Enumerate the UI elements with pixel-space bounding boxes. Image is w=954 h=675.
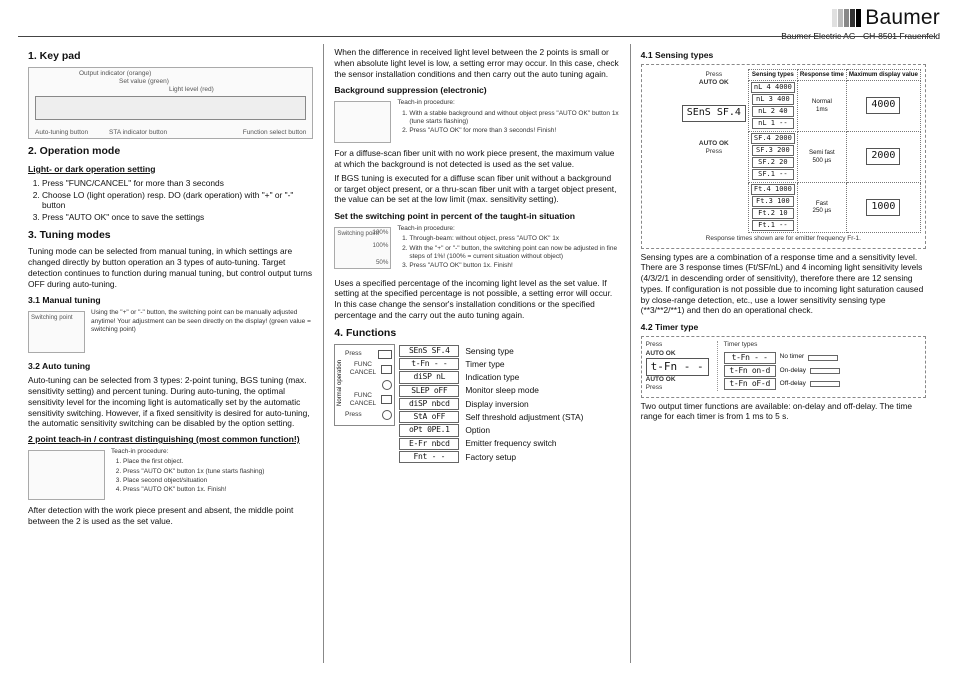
func-label: Self threshold adjustment (STA) bbox=[465, 412, 583, 423]
bgs-teach-title: Teach-in procedure: bbox=[397, 99, 619, 107]
op-step: Press "AUTO OK" once to save the setting… bbox=[42, 212, 313, 223]
func-label: Indication type bbox=[465, 372, 519, 383]
op-step: Choose LO (light operation) resp. DO (da… bbox=[42, 190, 313, 212]
bgs-step: With a stable background and without obj… bbox=[409, 110, 619, 127]
timer-box: Press AUTO OK t-Fn - - AUTO OK Press Tim… bbox=[641, 336, 926, 397]
teach2-title: Teach-in procedure: bbox=[111, 448, 313, 456]
sensing-table: Press AUTO OK SEnS SF.4 AUTO OK Press Se… bbox=[680, 69, 921, 233]
pct-step: Through-beam: without object, press "AUT… bbox=[409, 235, 619, 243]
column-2: When the difference in received light le… bbox=[323, 44, 629, 663]
functions-list: SEnS SF.4 Sensing type t-Fn - - Timer type… bbox=[399, 344, 619, 464]
col1-tail: After detection with the work piece pres… bbox=[28, 505, 313, 527]
pct-tail: Uses a specified percentage of the incom… bbox=[334, 278, 619, 321]
divider bbox=[18, 36, 936, 37]
brand-name: Baumer bbox=[865, 6, 940, 30]
h-op: 2. Operation mode bbox=[28, 145, 313, 158]
op-sub: Light- or dark operation setting bbox=[28, 164, 313, 175]
bgs-p2: If BGS tuning is executed for a diffuse … bbox=[334, 173, 619, 205]
h-tuning: 3. Tuning modes bbox=[28, 229, 313, 242]
ann-light-lvl: Light level (red) bbox=[169, 86, 214, 94]
pct-step: Press "AUTO OK" button 1x. Finish! bbox=[409, 262, 619, 270]
teach2-step: Press "AUTO OK" button 1x (tune starts f… bbox=[123, 468, 313, 476]
lcd: diSP nbcd bbox=[399, 398, 459, 410]
pct-teach-title: Teach-in procedure: bbox=[397, 225, 619, 233]
teach2-step: Place the first object. bbox=[123, 458, 313, 466]
auto-text: Auto-tuning can be selected from 3 types… bbox=[28, 375, 313, 429]
lcd: Fnt - - bbox=[399, 451, 459, 463]
keypad-diagram: Output indicator (orange) Set value (gre… bbox=[28, 67, 313, 139]
pct-diagram: 100% 100% 50% Switching point bbox=[334, 227, 391, 269]
sensing-table-box: Press AUTO OK SEnS SF.4 AUTO OK Press Se… bbox=[641, 64, 926, 249]
teach2-step: Press "AUTO OK" button 1x. Finish! bbox=[123, 486, 313, 494]
func-label: Option bbox=[465, 425, 490, 436]
h-pct: Set the switching point in percent of th… bbox=[334, 211, 619, 222]
teach2-diagram bbox=[28, 450, 105, 500]
ann-sta: STA indicator button bbox=[109, 129, 167, 137]
lcd: oPt 0PE.1 bbox=[399, 424, 459, 436]
func-label: Factory setup bbox=[465, 452, 516, 463]
bgs-step: Press "AUTO OK" for more than 3 seconds!… bbox=[409, 127, 619, 135]
column-3: 4.1 Sensing types Press AUTO OK SEnS SF.… bbox=[630, 44, 936, 663]
h-manual: 3.1 Manual tuning bbox=[28, 295, 313, 306]
func-label: Display inversion bbox=[465, 399, 528, 410]
sens-text: Sensing types are a combination of a res… bbox=[641, 252, 926, 317]
lcd: StA oFF bbox=[399, 411, 459, 423]
lcd: t-Fn - - bbox=[399, 358, 459, 370]
lcd: t-Fn - - bbox=[646, 358, 709, 376]
lcd: SEnS SF.4 bbox=[399, 345, 459, 357]
func-side-panel: Normal operation Press FUNC CANCEL FUNC … bbox=[334, 344, 395, 426]
manual-diagram: Switching point bbox=[28, 311, 85, 353]
func-label: Timer type bbox=[465, 359, 504, 370]
tuning-intro: Tuning mode can be selected from manual … bbox=[28, 246, 313, 289]
h-auto: 3.2 Auto tuning bbox=[28, 361, 313, 372]
h-timer: 4.2 Timer type bbox=[641, 322, 926, 333]
lcd: diSP nL bbox=[399, 371, 459, 383]
h-functions: 4. Functions bbox=[334, 327, 619, 340]
sens-note: Response times shown are for emitter fre… bbox=[646, 235, 921, 243]
op-step: Press "FUNC/CANCEL" for more than 3 seco… bbox=[42, 178, 313, 189]
ann-auto-tuning: Auto-tuning button bbox=[35, 129, 88, 137]
bgs-p1: For a diffuse-scan fiber unit with no wo… bbox=[334, 148, 619, 170]
col2-top: When the difference in received light le… bbox=[334, 47, 619, 79]
lcd: SLEP oFF bbox=[399, 385, 459, 397]
h-2pt: 2 point teach-in / contrast distinguishi… bbox=[28, 434, 313, 445]
ann-func-btn: Function select button bbox=[243, 129, 307, 137]
pct-step: With the "+" or "-" button, the switchin… bbox=[409, 245, 619, 262]
func-label: Sensing type bbox=[465, 346, 513, 357]
brand-bars-icon bbox=[832, 9, 861, 27]
bgs-diagram bbox=[334, 101, 391, 143]
lcd: SEnS SF.4 bbox=[682, 105, 746, 122]
func-label: Monitor sleep mode bbox=[465, 385, 539, 396]
lcd: E-Fr nbcd bbox=[399, 438, 459, 450]
h-keypad: 1. Key pad bbox=[28, 50, 313, 63]
teach2-step: Place second object/situation bbox=[123, 477, 313, 485]
manual-text: Using the "+" or "-" button, the switchi… bbox=[91, 309, 313, 334]
func-label: Emitter frequency switch bbox=[465, 438, 556, 449]
timer-text: Two output timer functions are available… bbox=[641, 401, 926, 423]
op-steps: Press "FUNC/CANCEL" for more than 3 seco… bbox=[42, 178, 313, 223]
ann-set-val: Set value (green) bbox=[119, 78, 169, 86]
h-sensing-types: 4.1 Sensing types bbox=[641, 50, 926, 61]
h-bgs: Background suppression (electronic) bbox=[334, 85, 619, 96]
page: Baumer Baumer Electric AG · CH-8501 Frau… bbox=[0, 0, 954, 675]
column-1: 1. Key pad Output indicator (orange) Set… bbox=[18, 44, 323, 663]
timer-head: Timer types bbox=[724, 341, 840, 349]
